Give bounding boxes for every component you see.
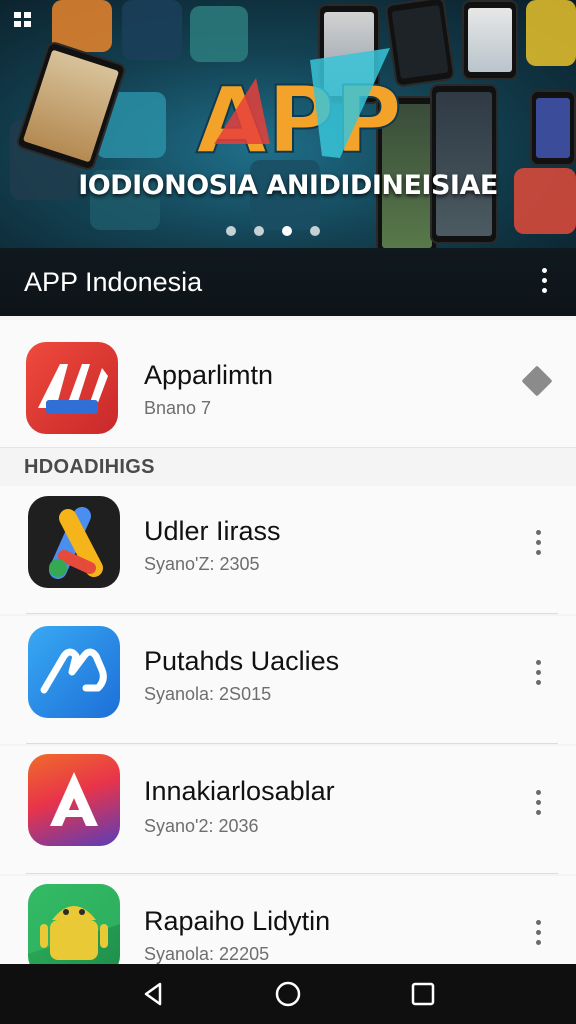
loop-logo-icon xyxy=(28,626,120,718)
list-item-title: Innakiarlosablar xyxy=(144,776,335,806)
decor-tile xyxy=(526,0,576,66)
screen: APP IODIONOSIA ANIDIDINEISIAE APP Indone… xyxy=(0,0,576,1024)
grid-icon[interactable] xyxy=(14,12,32,28)
app-bar-title: APP Indonesia xyxy=(24,266,203,297)
system-nav-bar xyxy=(0,964,576,1024)
decor-phone xyxy=(430,84,498,244)
more-vert-icon[interactable] xyxy=(534,268,554,293)
banner-title: IODIONOSIA ANIDIDINEISIAE xyxy=(78,170,498,201)
divider xyxy=(26,743,558,744)
decor-phone xyxy=(462,0,518,80)
list-item-title: Udler Iirass xyxy=(144,516,281,546)
list-item-subtitle: Syanola: 22205 xyxy=(144,944,270,964)
featured-app-icon xyxy=(26,342,118,434)
home-icon[interactable] xyxy=(273,979,303,1009)
letter-a-icon xyxy=(28,754,120,846)
carousel-dot[interactable] xyxy=(226,226,236,236)
featured-app-title: Apparlimtn xyxy=(144,360,274,390)
list-item[interactable]: Innakiarlosablar Syano'2: 2036 xyxy=(0,746,576,874)
more-vert-icon[interactable] xyxy=(528,790,548,815)
divider xyxy=(26,873,558,874)
android-icon xyxy=(28,884,120,976)
list-item[interactable]: Putahds Uaclies Syanola: 2S015 xyxy=(0,616,576,744)
diamond-icon[interactable] xyxy=(521,365,553,397)
divider xyxy=(26,613,558,614)
app-bar: APP Indonesia xyxy=(0,248,576,316)
list-item-title: Putahds Uaclies xyxy=(144,646,340,676)
carousel-indicator[interactable] xyxy=(226,226,320,236)
list-item[interactable]: Udler Iirass Syano'Z: 2305 xyxy=(0,486,576,614)
more-vert-icon[interactable] xyxy=(528,920,548,945)
list-item-subtitle: Syano'Z: 2305 xyxy=(144,554,260,574)
section-header: HDOADIHIGS xyxy=(24,456,155,478)
decor-phone xyxy=(530,90,576,166)
decor-tile xyxy=(122,0,182,60)
more-vert-icon[interactable] xyxy=(528,530,548,555)
featured-app-card[interactable]: Apparlimtn Bnano 7 xyxy=(0,320,576,448)
hero-banner[interactable]: APP IODIONOSIA ANIDIDINEISIAE xyxy=(0,0,576,248)
google-ads-icon xyxy=(28,496,120,588)
featured-app-subtitle: Bnano 7 xyxy=(144,398,212,418)
list-item-subtitle: Syanola: 2S015 xyxy=(144,684,272,704)
carousel-dot[interactable] xyxy=(254,226,264,236)
list-item-title: Rapaiho Lidytin xyxy=(144,906,331,936)
list-item-subtitle: Syano'2: 2036 xyxy=(144,816,259,836)
back-icon[interactable] xyxy=(138,979,168,1009)
app-logo: APP xyxy=(195,48,400,168)
carousel-dot-active[interactable] xyxy=(282,226,292,236)
more-vert-icon[interactable] xyxy=(528,660,548,685)
carousel-dot[interactable] xyxy=(310,226,320,236)
recents-icon[interactable] xyxy=(408,979,438,1009)
